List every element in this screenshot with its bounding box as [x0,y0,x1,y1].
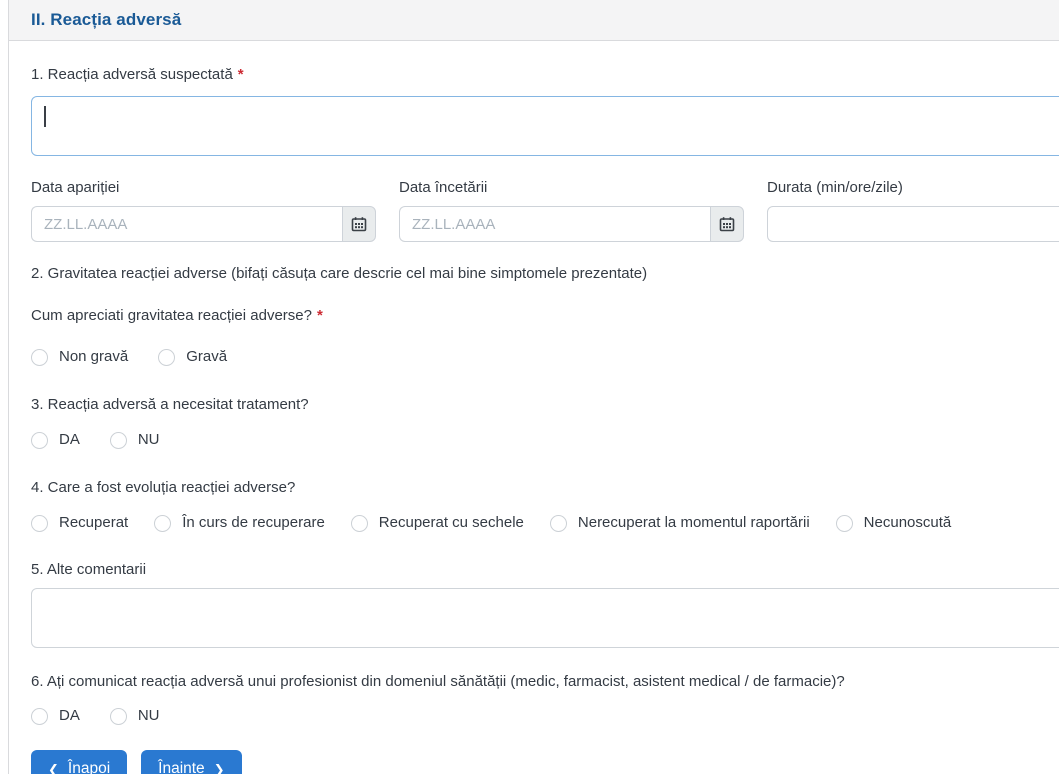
panel-body: 1. Reacția adversă suspectată * Data apar… [9,41,1059,774]
duration-column: Durata (min/ore/zile) [767,178,1059,242]
date-onset-calendar-button[interactable] [342,206,376,242]
next-button[interactable]: Înainte ❯ [141,750,242,774]
required-asterisk: * [316,307,323,324]
other-comments-textarea[interactable] [31,588,1059,648]
duration-input-group [767,206,1059,242]
date-onset-input-group [31,206,376,242]
date-end-label: Data încetării [399,179,488,196]
radio-button-icon[interactable] [31,431,48,449]
duration-label: Durata (min/ore/zile) [767,179,903,196]
radio-option-nerecuperat[interactable]: Nerecuperat la momentul raportării [549,514,810,532]
question-1-group: 1. Reacția adversă suspectată * [31,65,1059,156]
radio-button-icon[interactable] [31,514,48,532]
back-button[interactable]: ❮ Înapoi [31,750,128,774]
date-onset-column: Data apariției [31,178,376,242]
radio-button-icon[interactable] [549,514,567,532]
question-1-label: 1. Reacția adversă suspectată * [31,66,244,83]
radio-option-da[interactable]: DA [31,707,80,725]
radio-button-icon[interactable] [835,514,853,532]
radio-option-nu[interactable]: NU [109,707,160,725]
calendar-icon [719,217,735,232]
text-caret [44,106,46,127]
radio-button-icon[interactable] [154,514,172,532]
date-onset-input[interactable] [31,206,342,242]
calendar-icon [351,217,367,232]
radio-button-icon[interactable] [158,348,176,366]
navigation-buttons: ❮ Înapoi Înainte ❯ [31,750,1059,774]
radio-button-icon[interactable] [31,348,48,366]
radio-option-non-grava[interactable]: Non gravă [31,348,128,366]
question-4-label: 4. Care a fost evoluția reacției adverse… [31,479,296,496]
question-6-label: 6. Ați comunicat reacția adversă unui pr… [31,673,845,690]
question-5-label: 5. Alte comentarii [31,561,147,578]
panel-title: II. Reacția adversă [31,10,182,29]
chevron-right-icon: ❯ [213,761,225,774]
radio-button-icon[interactable] [109,431,127,449]
severity-radio-group: Non gravă Gravă [31,348,1059,366]
suspected-reaction-textarea[interactable] [31,96,1059,156]
date-onset-label: Data apariției [31,179,120,196]
radio-option-in-curs-de-recuperare[interactable]: În curs de recuperare [154,514,325,532]
question-3-label: 3. Reacția adversă a necesitat tratament… [31,396,309,413]
outcome-radio-group: Recuperat În curs de recuperare Recupera… [31,514,1059,532]
radio-option-necunoscuta[interactable]: Necunoscută [835,514,951,532]
duration-input[interactable] [767,206,1059,242]
adverse-reaction-panel: II. Reacția adversă 1. Reacția adversă s… [8,0,1059,774]
radio-option-nu[interactable]: NU [109,431,160,449]
question-5-group: 5. Alte comentarii [31,560,1059,648]
date-end-calendar-button[interactable] [710,206,744,242]
question-2-label: 2. Gravitatea reacției adverse (bifați c… [31,265,648,282]
date-end-column: Data încetării [399,178,744,242]
communicated-radio-group: DA NU [31,707,1059,725]
question-2-sub-label: Cum apreciati gravitatea reacției advers… [31,307,323,324]
dates-row: Data apariției ZZ.LL.AAAA Data încetării… [31,178,1059,242]
radio-option-recuperat-cu-sechele[interactable]: Recuperat cu sechele [350,514,524,532]
required-asterisk: * [237,66,244,83]
radio-button-icon[interactable] [350,514,368,532]
date-end-input[interactable] [399,206,710,242]
date-end-input-group [399,206,744,242]
radio-button-icon[interactable] [109,707,127,725]
panel-header: II. Reacția adversă [9,0,1059,41]
chevron-left-icon: ❮ [48,761,59,774]
radio-option-da[interactable]: DA [31,431,80,449]
treatment-radio-group: DA NU [31,431,1059,449]
radio-option-grava[interactable]: Gravă [158,348,227,366]
radio-option-recuperat[interactable]: Recuperat [31,514,128,532]
radio-button-icon[interactable] [31,707,48,725]
